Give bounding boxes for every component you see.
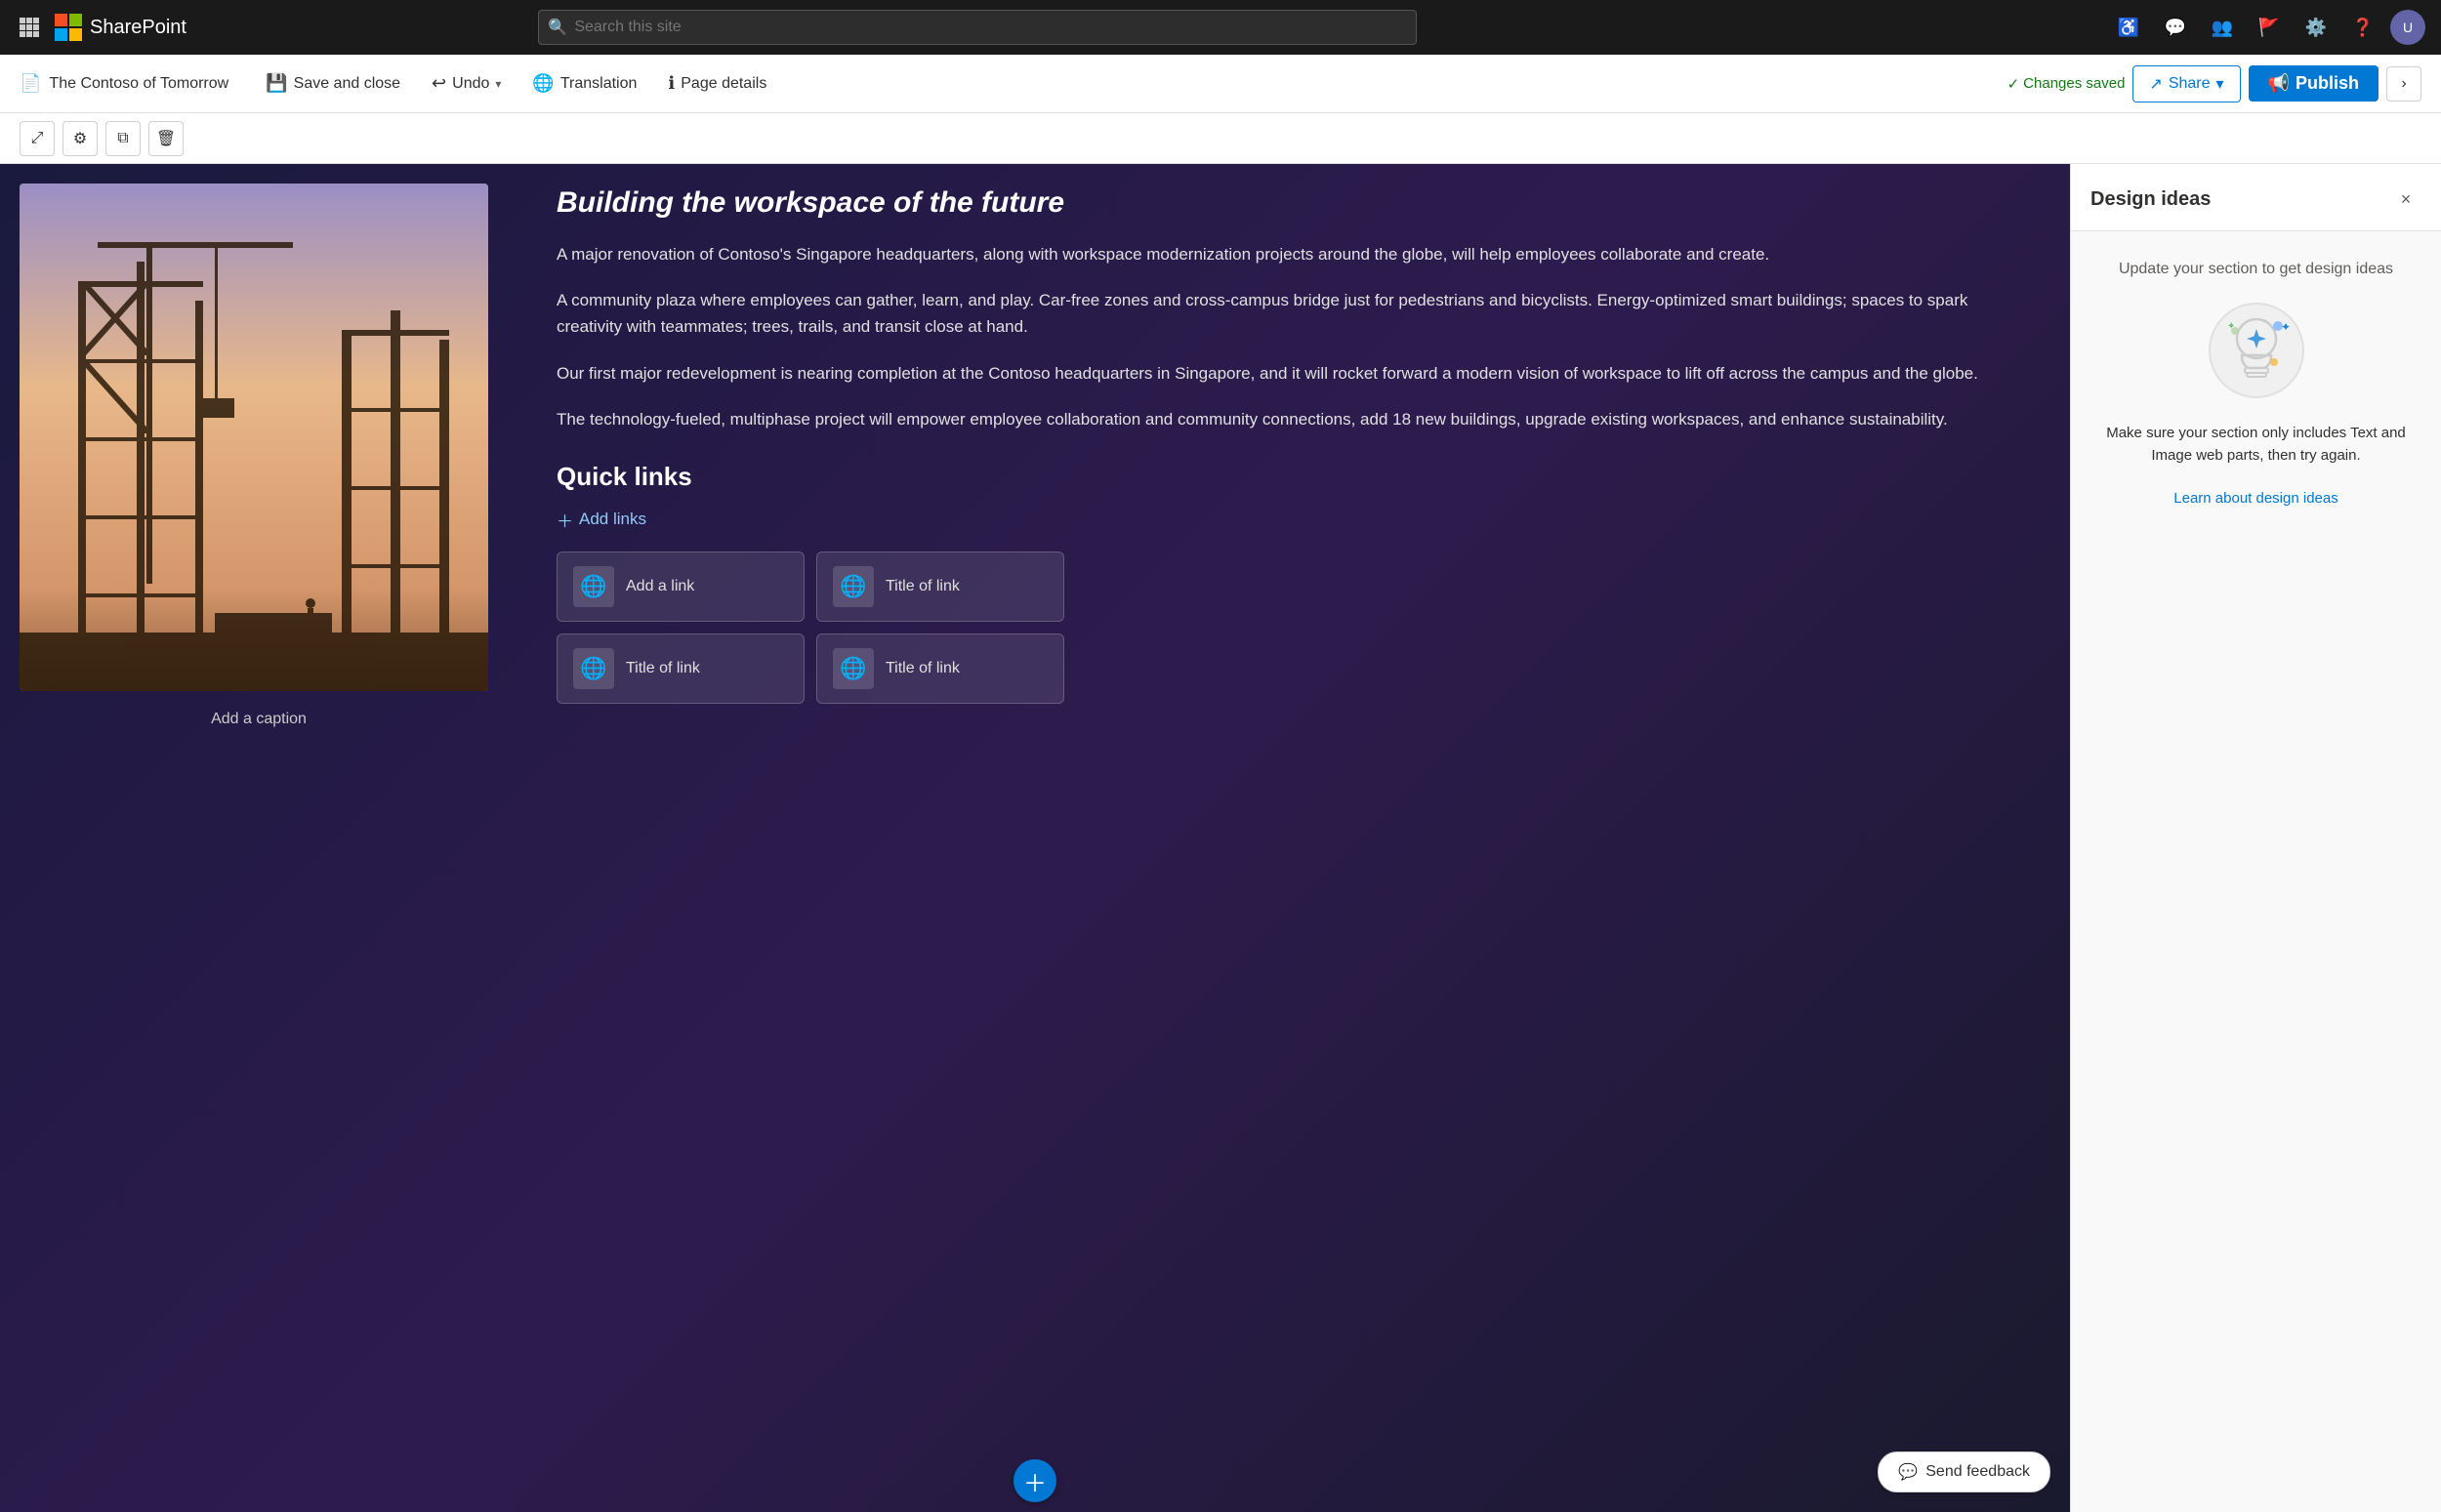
content-area: Add a caption Building the workspace of … <box>0 164 2070 1512</box>
collapse-panel-button[interactable]: › <box>2386 66 2421 102</box>
article-title: Building the workspace of the future <box>557 184 2031 222</box>
changes-saved-status: ✓ Changes saved <box>2007 75 2126 93</box>
topbar: SharePoint 🔍 ♿ 💬 👥 🚩 ⚙️ ❓ U <box>0 0 2441 55</box>
site-title: 📄 The Contoso of Tomorrow <box>20 73 228 94</box>
settings-tool-button[interactable]: ⚙ <box>62 121 98 156</box>
toolbar-right: ✓ Changes saved ↗ Share ▾ 📢 Publish › <box>2007 65 2421 102</box>
link-globe-icon-1: 🌐 <box>833 566 874 607</box>
share-dropdown-arrow[interactable]: ▾ <box>2216 74 2224 94</box>
chat-icon[interactable]: 💬 <box>2156 8 2195 47</box>
share-icon: ↗ <box>2149 74 2162 94</box>
add-links-button[interactable]: ＋ Add links <box>557 508 2031 532</box>
add-section-button[interactable]: ＋ <box>1014 1459 1056 1502</box>
toolbar-left: 📄 The Contoso of Tomorrow 💾 Save and clo… <box>20 65 2007 102</box>
translation-button[interactable]: 🌐 Translation <box>518 65 650 102</box>
duplicate-tool-button[interactable]: ⧉ <box>105 121 141 156</box>
design-info-text: Make sure your section only includes Tex… <box>2090 423 2421 467</box>
link-globe-icon-0: 🌐 <box>573 566 614 607</box>
people-icon[interactable]: 👥 <box>2203 8 2242 47</box>
design-ideas-panel: Design ideas × Update your section to ge… <box>2070 164 2441 1512</box>
article-body: A major renovation of Contoso's Singapor… <box>557 241 2031 432</box>
save-close-button[interactable]: 💾 Save and close <box>252 65 414 102</box>
move-tool-button[interactable]: ⤢ <box>20 121 55 156</box>
save-icon: 💾 <box>266 73 287 94</box>
user-avatar[interactable]: U <box>2390 10 2425 45</box>
waffle-menu[interactable] <box>16 14 43 41</box>
caption-area[interactable]: Add a caption <box>20 703 498 736</box>
article-para-4: The technology-fueled, multiphase projec… <box>557 406 2031 432</box>
link-label-0: Add a link <box>626 578 694 595</box>
article-para-3: Our first major redevelopment is nearing… <box>557 360 2031 387</box>
design-ideas-body: Update your section to get design ideas <box>2071 231 2441 1512</box>
link-card-2[interactable]: 🌐 Title of link <box>557 633 805 704</box>
link-label-1: Title of link <box>886 578 960 595</box>
delete-tool-button[interactable]: 🗑 <box>148 121 184 156</box>
right-panel: Building the workspace of the future A m… <box>517 164 2070 1512</box>
links-grid: 🌐 Add a link 🌐 Title of link 🌐 Title of … <box>557 552 1064 704</box>
design-update-text: Update your section to get design ideas <box>2119 261 2393 278</box>
article-para-1: A major renovation of Contoso's Singapor… <box>557 241 2031 267</box>
svg-text:✦: ✦ <box>2281 320 2291 334</box>
undo-icon: ↩ <box>432 73 446 94</box>
link-globe-icon-3: 🌐 <box>833 648 874 689</box>
search-container: 🔍 <box>538 10 1417 45</box>
design-bulb-icon: ✦ ✦ <box>2208 302 2305 399</box>
help-icon[interactable]: ❓ <box>2343 8 2382 47</box>
feedback-icon: 💬 <box>1898 1462 1918 1482</box>
settings-icon[interactable]: ⚙️ <box>2296 8 2336 47</box>
page-details-button[interactable]: ℹ Page details <box>654 65 780 102</box>
microsoft-logo[interactable]: SharePoint <box>55 14 186 41</box>
link-card-add[interactable]: 🌐 Add a link <box>557 552 805 622</box>
article-para-2: A community plaza where employees can ga… <box>557 287 2031 340</box>
learn-about-design-ideas-link[interactable]: Learn about design ideas <box>2173 490 2338 507</box>
design-ideas-header: Design ideas × <box>2071 164 2441 231</box>
content-toolbar: ⤢ ⚙ ⧉ 🗑 <box>0 113 2441 164</box>
link-label-3: Title of link <box>886 660 960 677</box>
construction-image <box>20 184 488 691</box>
send-feedback-button[interactable]: 💬 Send feedback <box>1878 1451 2050 1492</box>
site-icon: 📄 <box>20 73 41 94</box>
search-input[interactable] <box>538 10 1417 45</box>
main-layout: Add a caption Building the workspace of … <box>0 164 2441 1512</box>
brand-name: SharePoint <box>90 17 186 39</box>
publish-icon: 📢 <box>2268 73 2290 94</box>
page-content: Add a caption Building the workspace of … <box>0 164 2070 1512</box>
undo-button[interactable]: ↩ Undo ▾ <box>418 65 515 102</box>
quick-links-section: Quick links ＋ Add links 🌐 Add a link 🌐 T… <box>557 462 2031 704</box>
link-card-1[interactable]: 🌐 Title of link <box>816 552 1064 622</box>
topbar-icons: ♿ 💬 👥 🚩 ⚙️ ❓ U <box>2109 8 2425 47</box>
quick-links-title: Quick links <box>557 462 2031 492</box>
design-ideas-title: Design ideas <box>2090 188 2211 211</box>
link-card-3[interactable]: 🌐 Title of link <box>816 633 1064 704</box>
link-label-2: Title of link <box>626 660 700 677</box>
link-globe-icon-2: 🌐 <box>573 648 614 689</box>
edit-toolbar: 📄 The Contoso of Tomorrow 💾 Save and clo… <box>0 55 2441 113</box>
accessibility-icon[interactable]: ♿ <box>2109 8 2148 47</box>
publish-button[interactable]: 📢 Publish <box>2249 65 2379 102</box>
share-button[interactable]: ↗ Share ▾ <box>2132 65 2240 102</box>
flag-icon[interactable]: 🚩 <box>2250 8 2289 47</box>
close-design-ideas-button[interactable]: × <box>2390 184 2421 215</box>
page-details-icon: ℹ <box>668 73 675 94</box>
checkmark-icon: ✓ <box>2007 75 2020 93</box>
site-title-label: The Contoso of Tomorrow <box>49 75 228 93</box>
left-panel: Add a caption <box>0 164 517 1512</box>
plus-icon: ＋ <box>557 508 573 532</box>
translation-icon: 🌐 <box>532 73 554 94</box>
svg-text:✦: ✦ <box>2227 321 2235 332</box>
undo-dropdown-arrow[interactable]: ▾ <box>495 77 501 91</box>
